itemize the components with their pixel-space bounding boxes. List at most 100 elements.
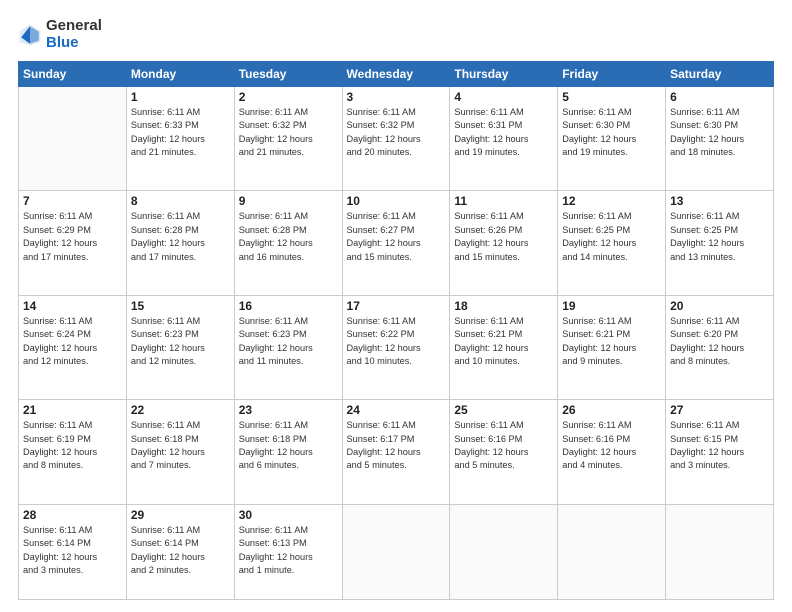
logo-icon	[18, 23, 42, 47]
calendar-cell	[558, 504, 666, 599]
calendar-cell	[666, 504, 774, 599]
day-number: 10	[347, 194, 446, 208]
day-info: Sunrise: 6:11 AMSunset: 6:28 PMDaylight:…	[131, 210, 230, 263]
calendar-cell: 20 Sunrise: 6:11 AMSunset: 6:20 PMDayligh…	[666, 295, 774, 399]
day-info: Sunrise: 6:11 AMSunset: 6:18 PMDaylight:…	[131, 419, 230, 472]
calendar-week-row: 1 Sunrise: 6:11 AMSunset: 6:33 PMDaylight…	[19, 87, 774, 191]
calendar-cell: 6 Sunrise: 6:11 AMSunset: 6:30 PMDaylight…	[666, 87, 774, 191]
day-info: Sunrise: 6:11 AMSunset: 6:23 PMDaylight:…	[239, 315, 338, 368]
day-info: Sunrise: 6:11 AMSunset: 6:25 PMDaylight:…	[670, 210, 769, 263]
day-number: 27	[670, 403, 769, 417]
day-number: 3	[347, 90, 446, 104]
day-number: 6	[670, 90, 769, 104]
day-number: 22	[131, 403, 230, 417]
day-number: 18	[454, 299, 553, 313]
day-number: 29	[131, 508, 230, 522]
calendar-cell: 8Sunrise: 6:11 AMSunset: 6:28 PMDaylight…	[126, 191, 234, 295]
calendar-cell: 30 Sunrise: 6:11 AMSunset: 6:13 PMDayligh…	[234, 504, 342, 599]
day-number: 1	[131, 90, 230, 104]
day-info: Sunrise: 6:11 AMSunset: 6:23 PMDaylight:…	[131, 315, 230, 368]
calendar-cell: 4 Sunrise: 6:11 AMSunset: 6:31 PMDaylight…	[450, 87, 558, 191]
day-info: Sunrise: 6:11 AMSunset: 6:15 PMDaylight:…	[670, 419, 769, 472]
day-number: 16	[239, 299, 338, 313]
day-info: Sunrise: 6:11 AMSunset: 6:29 PMDaylight:…	[23, 210, 122, 263]
calendar-cell: 16 Sunrise: 6:11 AMSunset: 6:23 PMDayligh…	[234, 295, 342, 399]
calendar-cell: 26Sunrise: 6:11 AMSunset: 6:16 PMDayligh…	[558, 400, 666, 504]
weekday-header-row: SundayMondayTuesdayWednesdayThursdayFrid…	[19, 62, 774, 87]
day-number: 20	[670, 299, 769, 313]
day-info: Sunrise: 6:11 AMSunset: 6:13 PMDaylight:…	[239, 524, 338, 577]
calendar-cell: 1 Sunrise: 6:11 AMSunset: 6:33 PMDaylight…	[126, 87, 234, 191]
weekday-header-saturday: Saturday	[666, 62, 774, 87]
day-info: Sunrise: 6:11 AMSunset: 6:20 PMDaylight:…	[670, 315, 769, 368]
day-info: Sunrise: 6:11 AMSunset: 6:17 PMDaylight:…	[347, 419, 446, 472]
logo: General Blue	[18, 18, 102, 51]
calendar-table: SundayMondayTuesdayWednesdayThursdayFrid…	[18, 61, 774, 600]
calendar-cell: 15Sunrise: 6:11 AMSunset: 6:23 PMDayligh…	[126, 295, 234, 399]
calendar-cell: 17 Sunrise: 6:11 AMSunset: 6:22 PMDayligh…	[342, 295, 450, 399]
day-number: 4	[454, 90, 553, 104]
calendar-cell: 19 Sunrise: 6:11 AMSunset: 6:21 PMDayligh…	[558, 295, 666, 399]
day-number: 2	[239, 90, 338, 104]
calendar-week-row: 7 Sunrise: 6:11 AMSunset: 6:29 PMDaylight…	[19, 191, 774, 295]
day-number: 30	[239, 508, 338, 522]
calendar-cell: 2 Sunrise: 6:11 AMSunset: 6:32 PMDaylight…	[234, 87, 342, 191]
calendar-cell: 29 Sunrise: 6:11 AMSunset: 6:14 PMDayligh…	[126, 504, 234, 599]
day-info: Sunrise: 6:11 AMSunset: 6:22 PMDaylight:…	[347, 315, 446, 368]
day-info: Sunrise: 6:11 AMSunset: 6:21 PMDaylight:…	[562, 315, 661, 368]
calendar-cell: 24 Sunrise: 6:11 AMSunset: 6:17 PMDayligh…	[342, 400, 450, 504]
day-number: 13	[670, 194, 769, 208]
calendar-cell: 27 Sunrise: 6:11 AMSunset: 6:15 PMDayligh…	[666, 400, 774, 504]
calendar-week-row: 28 Sunrise: 6:11 AMSunset: 6:14 PMDayligh…	[19, 504, 774, 599]
calendar-cell: 13 Sunrise: 6:11 AMSunset: 6:25 PMDayligh…	[666, 191, 774, 295]
day-number: 5	[562, 90, 661, 104]
day-number: 11	[454, 194, 553, 208]
calendar-cell: 25Sunrise: 6:11 AMSunset: 6:16 PMDayligh…	[450, 400, 558, 504]
calendar-cell	[342, 504, 450, 599]
day-info: Sunrise: 6:11 AMSunset: 6:14 PMDaylight:…	[131, 524, 230, 577]
calendar-cell	[19, 87, 127, 191]
day-info: Sunrise: 6:11 AMSunset: 6:24 PMDaylight:…	[23, 315, 122, 368]
day-info: Sunrise: 6:11 AMSunset: 6:16 PMDaylight:…	[454, 419, 553, 472]
day-info: Sunrise: 6:11 AMSunset: 6:16 PMDaylight:…	[562, 419, 661, 472]
day-number: 28	[23, 508, 122, 522]
calendar-cell: 22 Sunrise: 6:11 AMSunset: 6:18 PMDayligh…	[126, 400, 234, 504]
calendar-cell: 11Sunrise: 6:11 AMSunset: 6:26 PMDayligh…	[450, 191, 558, 295]
day-info: Sunrise: 6:11 AMSunset: 6:32 PMDaylight:…	[239, 106, 338, 159]
day-number: 19	[562, 299, 661, 313]
day-number: 21	[23, 403, 122, 417]
day-info: Sunrise: 6:11 AMSunset: 6:30 PMDaylight:…	[670, 106, 769, 159]
day-info: Sunrise: 6:11 AMSunset: 6:19 PMDaylight:…	[23, 419, 122, 472]
calendar-cell: 10Sunrise: 6:11 AMSunset: 6:27 PMDayligh…	[342, 191, 450, 295]
calendar-cell: 23 Sunrise: 6:11 AMSunset: 6:18 PMDayligh…	[234, 400, 342, 504]
calendar-cell: 14 Sunrise: 6:11 AMSunset: 6:24 PMDayligh…	[19, 295, 127, 399]
day-info: Sunrise: 6:11 AMSunset: 6:21 PMDaylight:…	[454, 315, 553, 368]
day-info: Sunrise: 6:11 AMSunset: 6:28 PMDaylight:…	[239, 210, 338, 263]
weekday-header-monday: Monday	[126, 62, 234, 87]
calendar-week-row: 14 Sunrise: 6:11 AMSunset: 6:24 PMDayligh…	[19, 295, 774, 399]
day-number: 7	[23, 194, 122, 208]
day-info: Sunrise: 6:11 AMSunset: 6:33 PMDaylight:…	[131, 106, 230, 159]
day-info: Sunrise: 6:11 AMSunset: 6:14 PMDaylight:…	[23, 524, 122, 577]
day-number: 17	[347, 299, 446, 313]
logo-general-text: General	[46, 18, 102, 35]
page-header: General Blue	[18, 18, 774, 51]
day-number: 23	[239, 403, 338, 417]
calendar-cell: 21 Sunrise: 6:11 AMSunset: 6:19 PMDayligh…	[19, 400, 127, 504]
calendar-cell: 7 Sunrise: 6:11 AMSunset: 6:29 PMDaylight…	[19, 191, 127, 295]
calendar-cell: 9 Sunrise: 6:11 AMSunset: 6:28 PMDaylight…	[234, 191, 342, 295]
day-number: 24	[347, 403, 446, 417]
day-info: Sunrise: 6:11 AMSunset: 6:32 PMDaylight:…	[347, 106, 446, 159]
day-info: Sunrise: 6:11 AMSunset: 6:18 PMDaylight:…	[239, 419, 338, 472]
day-number: 9	[239, 194, 338, 208]
logo-blue-text: Blue	[46, 35, 102, 52]
calendar-week-row: 21 Sunrise: 6:11 AMSunset: 6:19 PMDayligh…	[19, 400, 774, 504]
day-info: Sunrise: 6:11 AMSunset: 6:31 PMDaylight:…	[454, 106, 553, 159]
calendar-cell: 18 Sunrise: 6:11 AMSunset: 6:21 PMDayligh…	[450, 295, 558, 399]
day-number: 12	[562, 194, 661, 208]
weekday-header-friday: Friday	[558, 62, 666, 87]
calendar-cell: 28 Sunrise: 6:11 AMSunset: 6:14 PMDayligh…	[19, 504, 127, 599]
day-info: Sunrise: 6:11 AMSunset: 6:25 PMDaylight:…	[562, 210, 661, 263]
weekday-header-wednesday: Wednesday	[342, 62, 450, 87]
day-number: 14	[23, 299, 122, 313]
